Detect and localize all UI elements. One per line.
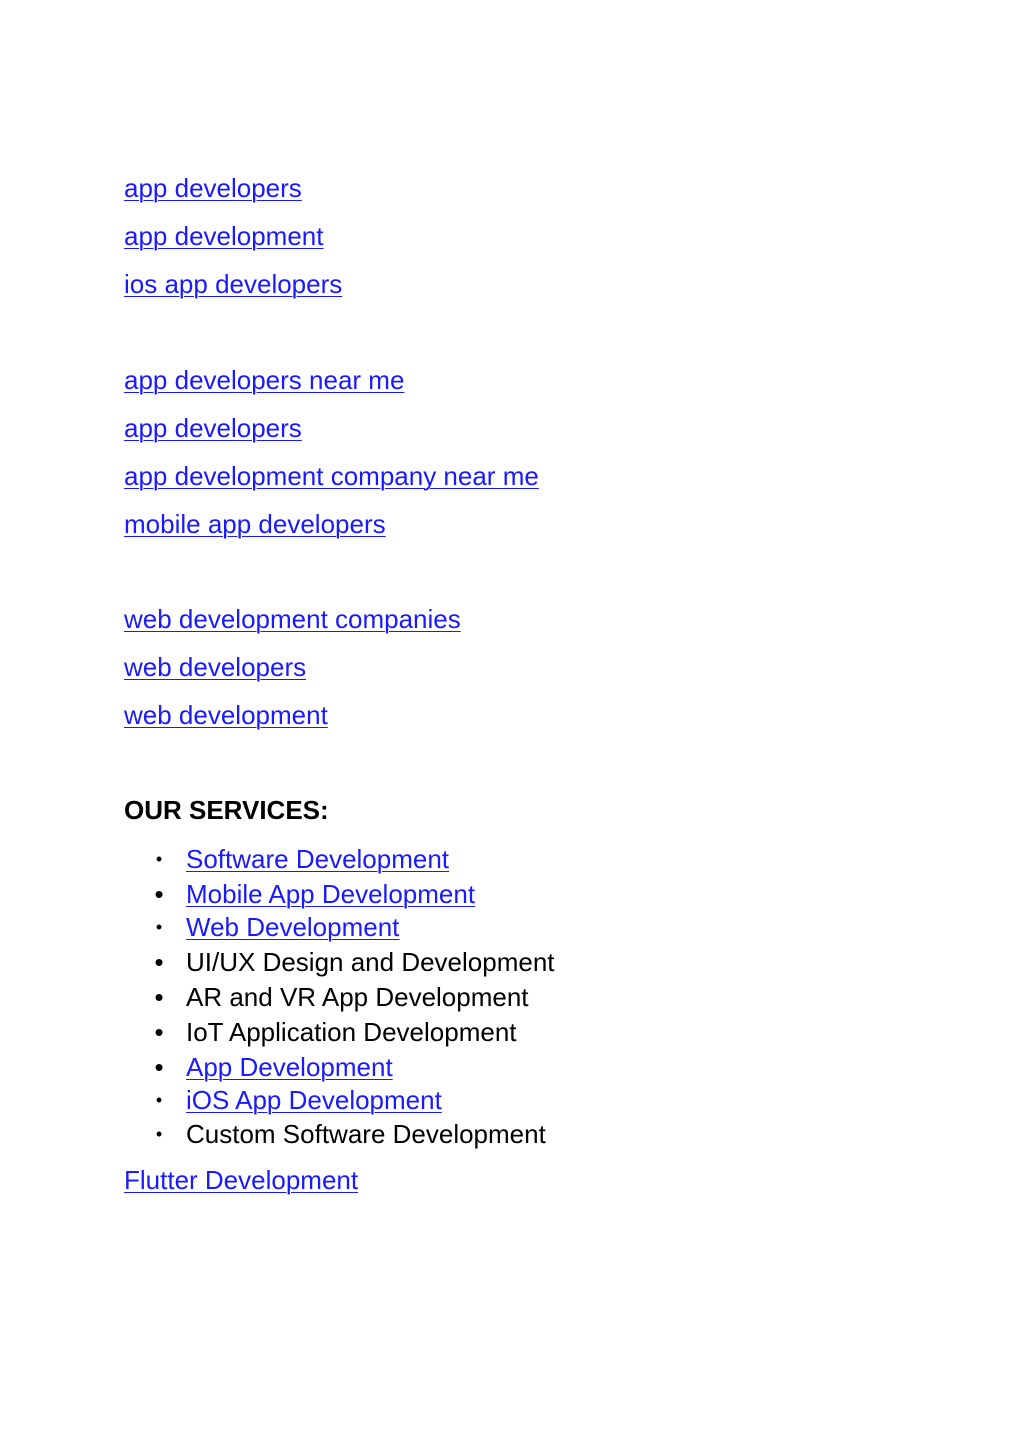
bullet-icon: • bbox=[155, 849, 163, 869]
bullet-icon: • bbox=[155, 917, 163, 937]
service-link-app-development[interactable]: App Development bbox=[186, 1052, 393, 1082]
service-text-custom-software-development: Custom Software Development bbox=[186, 1119, 546, 1149]
link-ios-app-developers[interactable]: ios app developers bbox=[124, 269, 342, 299]
service-text-ar-vr-app-development: AR and VR App Development bbox=[186, 982, 529, 1012]
service-link-web-development[interactable]: Web Development bbox=[186, 912, 399, 942]
service-link-software-development[interactable]: Software Development bbox=[186, 844, 449, 874]
service-text-iot-application-development: IoT Application Development bbox=[186, 1017, 517, 1047]
link-app-development[interactable]: app development bbox=[124, 221, 323, 251]
link-app-developers-2[interactable]: app developers bbox=[124, 413, 302, 443]
link-app-development-company-near-me[interactable]: app development company near me bbox=[124, 461, 539, 491]
service-link-mobile-app-development[interactable]: Mobile App Development bbox=[186, 879, 475, 909]
link-app-developers[interactable]: app developers bbox=[124, 173, 302, 203]
document-page: app developers app development ios app d… bbox=[124, 0, 1023, 1447]
bullet-icon: • bbox=[154, 879, 164, 909]
bullet-icon: • bbox=[154, 1017, 164, 1047]
service-text-ui-ux-design: UI/UX Design and Development bbox=[186, 947, 555, 977]
bullet-icon: • bbox=[154, 947, 164, 977]
link-web-developers[interactable]: web developers bbox=[124, 652, 306, 682]
link-mobile-app-developers[interactable]: mobile app developers bbox=[124, 509, 386, 539]
bullet-icon: • bbox=[155, 1090, 163, 1110]
link-web-development[interactable]: web development bbox=[124, 700, 328, 730]
link-web-development-companies[interactable]: web development companies bbox=[124, 604, 461, 634]
bullet-icon: • bbox=[154, 982, 164, 1012]
link-flutter-development[interactable]: Flutter Development bbox=[124, 1165, 358, 1195]
service-link-ios-app-development[interactable]: iOS App Development bbox=[186, 1085, 442, 1115]
services-heading: OUR SERVICES: bbox=[124, 795, 329, 825]
bullet-icon: • bbox=[155, 1124, 163, 1144]
bullet-icon: • bbox=[154, 1052, 164, 1082]
link-app-developers-near-me[interactable]: app developers near me bbox=[124, 365, 404, 395]
